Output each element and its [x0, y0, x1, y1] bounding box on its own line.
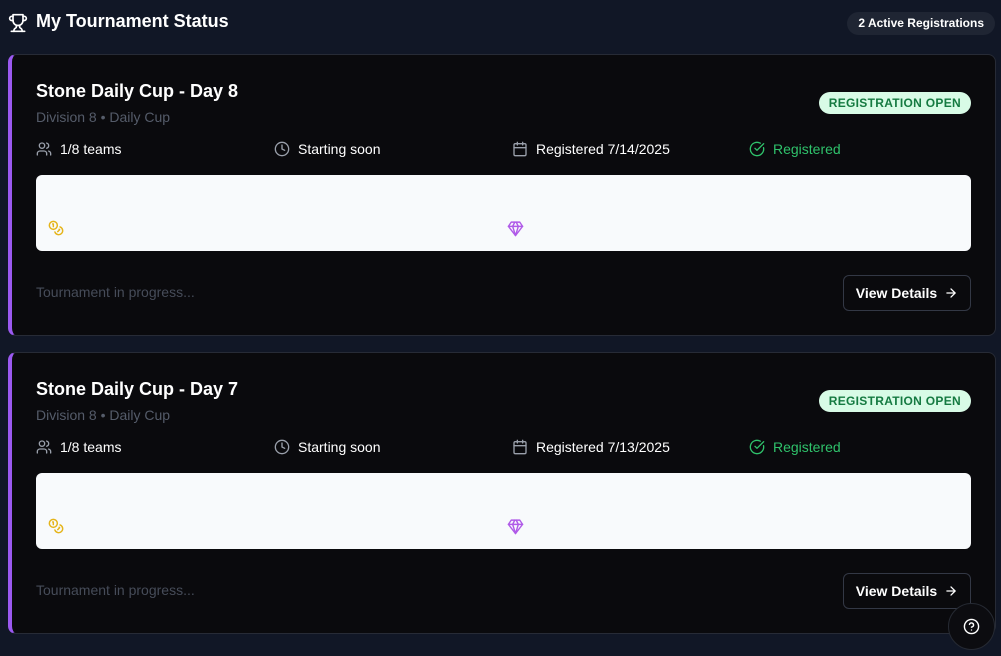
tournament-footer-text: Tournament in progress...: [36, 284, 195, 300]
start-time: Starting soon: [298, 141, 381, 157]
trophy-icon: [8, 13, 28, 33]
registration-status: Registered: [749, 139, 841, 159]
start-info: Starting soon: [274, 437, 381, 457]
tournament-title: Stone Daily Cup - Day 8: [36, 81, 239, 101]
tournament-card: Stone Daily Cup - Day 8 Division 8 • Dai…: [8, 54, 996, 336]
rewards-panel: [36, 175, 971, 251]
clock-icon: [274, 439, 290, 455]
registration-date: Registered 7/13/2025: [536, 439, 670, 455]
users-icon: [36, 440, 52, 454]
arrow-right-icon: [946, 288, 956, 298]
active-registrations-badge: 2 Active Registrations: [847, 12, 995, 35]
teams-count: 1/8 teams: [60, 141, 122, 157]
registration-date-info: Registered 7/14/2025: [512, 139, 670, 159]
tournament-subtitle: Division 8 • Daily Cup: [36, 407, 171, 423]
registration-date-info: Registered 7/13/2025: [512, 437, 670, 457]
check-circle-icon: [749, 439, 765, 455]
registration-state: Registered: [773, 141, 841, 157]
status-badge: REGISTRATION OPEN: [818, 390, 971, 412]
calendar-icon: [513, 141, 527, 157]
teams-count: 1/8 teams: [60, 439, 122, 455]
view-details-button[interactable]: View Details: [843, 275, 971, 311]
view-details-label: View Details: [855, 285, 938, 301]
coins-icon: [48, 220, 64, 236]
check-circle-icon: [749, 141, 765, 157]
teams-info: 1/8 teams: [36, 437, 121, 457]
tournament-title: Stone Daily Cup - Day 7: [36, 379, 239, 399]
help-button[interactable]: [948, 603, 995, 650]
tournament-subtitle: Division 8 • Daily Cup: [36, 109, 171, 125]
gem-icon: [507, 519, 524, 535]
registration-date: Registered 7/14/2025: [536, 141, 670, 157]
registration-state: Registered: [773, 439, 841, 455]
registration-status: Registered: [749, 437, 841, 457]
view-details-label: View Details: [855, 583, 938, 599]
clock-icon: [274, 141, 290, 157]
help-circle-icon: [963, 618, 980, 635]
status-badge: REGISTRATION OPEN: [818, 92, 971, 114]
start-time: Starting soon: [298, 439, 381, 455]
start-info: Starting soon: [274, 139, 381, 159]
teams-info: 1/8 teams: [36, 139, 121, 159]
gem-icon: [507, 221, 524, 237]
page-header: My Tournament Status 2 Active Registrati…: [0, 0, 1001, 48]
arrow-right-icon: [946, 586, 956, 596]
calendar-icon: [513, 439, 527, 455]
rewards-panel: [36, 473, 971, 549]
tournament-card: Stone Daily Cup - Day 7 Division 8 • Dai…: [8, 352, 996, 634]
tournament-footer-text: Tournament in progress...: [36, 582, 195, 598]
users-icon: [36, 142, 52, 156]
coins-icon: [48, 518, 64, 534]
view-details-button[interactable]: View Details: [843, 573, 971, 609]
page-title: My Tournament Status: [36, 11, 229, 31]
